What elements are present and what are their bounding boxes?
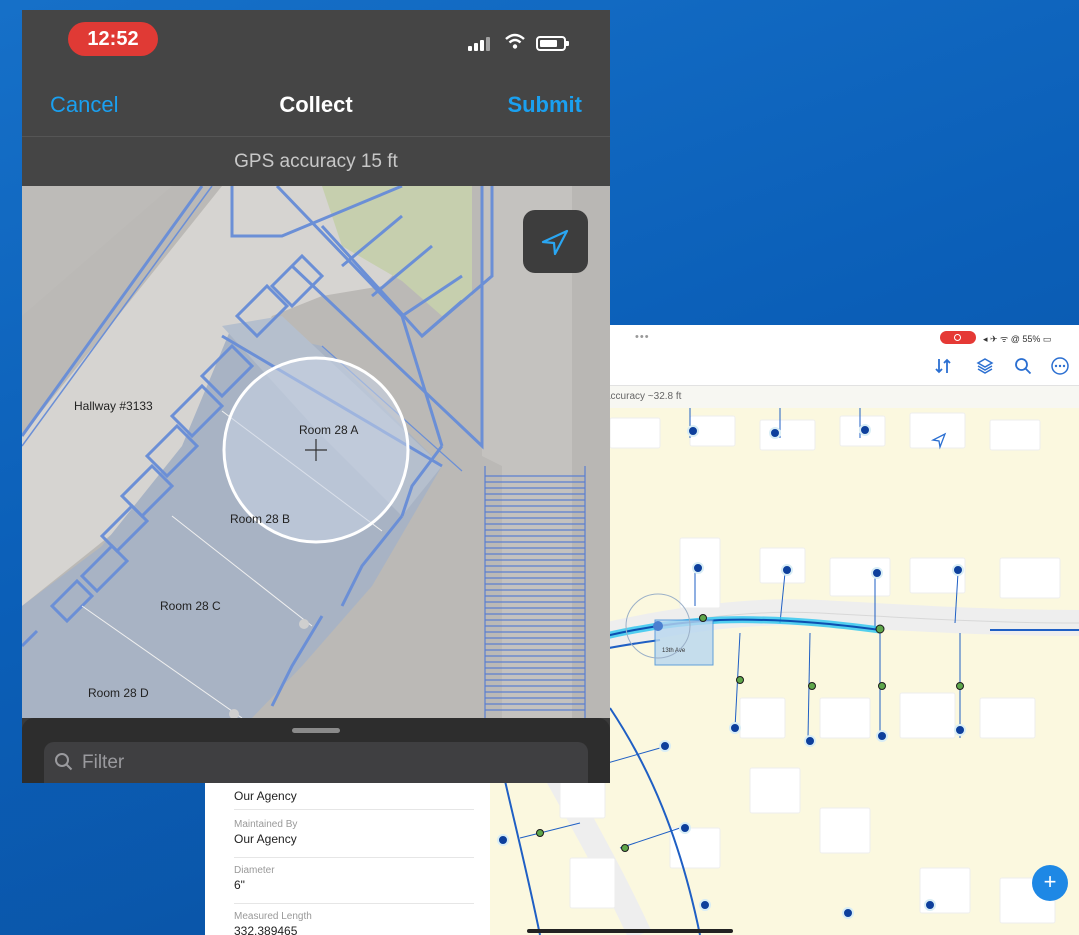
sort-icon[interactable] xyxy=(931,356,955,380)
multitask-dots[interactable]: ••• xyxy=(635,331,650,343)
map-label-room-a: Room 28 A xyxy=(299,423,359,437)
feature-attributes-panel: Our Agency Maintained By Our Agency Diam… xyxy=(205,765,490,935)
wifi-icon xyxy=(504,32,526,52)
map-label-hallway: Hallway #3133 xyxy=(74,399,153,413)
layers-icon[interactable] xyxy=(973,356,997,380)
attribute-label: Measured Length xyxy=(234,911,312,922)
filter-input[interactable]: Filter xyxy=(44,742,588,783)
attribute-measured-length: Measured Length 332.389465 xyxy=(234,911,474,935)
map-label-room-d: Room 28 D xyxy=(88,686,149,700)
phone-screen: 12:52 Cancel Collect Submit GPS accuracy… xyxy=(22,10,610,783)
street-label: 13th Ave xyxy=(662,648,686,654)
locate-button[interactable] xyxy=(523,210,588,273)
navigation-arrow-icon xyxy=(541,229,569,256)
submit-button[interactable]: Submit xyxy=(507,92,582,118)
attribute-value: 332.389465 xyxy=(234,924,298,935)
home-indicator xyxy=(527,929,733,933)
filter-placeholder: Filter xyxy=(82,752,125,773)
attribute-owned-by: Our Agency xyxy=(234,787,474,810)
map-label-room-c: Room 28 C xyxy=(160,599,221,613)
add-feature-button[interactable]: + xyxy=(1032,865,1068,901)
gps-accuracy-text: GPS accuracy 15 ft xyxy=(234,151,398,172)
bottom-sheet: Filter xyxy=(22,718,610,783)
recording-indicator xyxy=(940,331,976,344)
status-time: 12:52 xyxy=(68,22,158,56)
sheet-grabber[interactable] xyxy=(292,728,340,733)
more-icon[interactable] xyxy=(1048,356,1072,380)
battery-icon xyxy=(536,36,569,51)
tablet-gps-accuracy: accuracy ~32.8 ft xyxy=(605,391,682,402)
tablet-status-icons: ◂ ✈ ᯤ @ 55% ▭ xyxy=(983,334,1052,344)
search-icon xyxy=(55,753,73,771)
floor-plan-map[interactable]: Hallway #3133 Room 28 A Room 28 B Room 2… xyxy=(22,186,610,718)
attribute-value: 6" xyxy=(234,878,245,892)
search-icon[interactable] xyxy=(1011,356,1035,380)
cellular-signal-icon xyxy=(468,35,492,51)
floor-plan-svg xyxy=(22,186,610,718)
attribute-value: Our Agency xyxy=(234,832,297,846)
attribute-diameter: Diameter 6" xyxy=(234,865,474,904)
phone-header: 12:52 Cancel Collect Submit GPS accuracy… xyxy=(22,10,610,186)
attribute-label: Diameter xyxy=(234,865,275,876)
gps-accuracy-bar: GPS accuracy 15 ft xyxy=(22,136,610,187)
attribute-value: Our Agency xyxy=(234,789,297,803)
attribute-label: Maintained By xyxy=(234,819,298,830)
map-label-room-b: Room 28 B xyxy=(230,512,291,526)
attribute-maintained-by: Maintained By Our Agency xyxy=(234,819,474,858)
